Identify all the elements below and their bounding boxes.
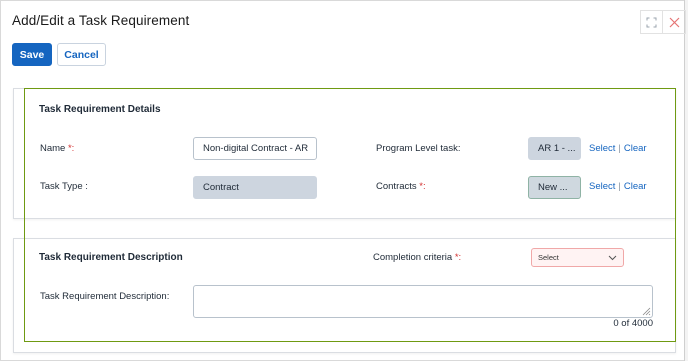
maximize-icon[interactable] <box>641 11 664 33</box>
dialog-scrollbar[interactable] <box>684 0 688 361</box>
contracts-links: Select | Clear <box>589 181 647 192</box>
program-task-links: Select | Clear <box>589 143 647 154</box>
details-section-title: Task Requirement Details <box>39 104 161 115</box>
close-icon[interactable] <box>663 11 685 33</box>
required-marker: *: <box>454 252 462 263</box>
required-marker: *: <box>67 143 75 154</box>
program-task-select-link[interactable]: Select <box>589 143 615 154</box>
contracts-label: Contracts *: <box>376 181 426 192</box>
description-textarea[interactable] <box>193 285 653 318</box>
link-separator: | <box>618 143 621 154</box>
completion-criteria-label: Completion criteria *: <box>373 252 462 263</box>
link-separator: | <box>618 181 621 192</box>
resize-grip-icon[interactable] <box>641 306 651 316</box>
chevron-down-icon <box>608 255 617 260</box>
completion-criteria-select[interactable]: Select <box>531 248 624 267</box>
completion-criteria-value: Select <box>538 253 559 262</box>
name-label: Name *: <box>40 143 75 154</box>
cancel-button[interactable]: Cancel <box>57 43 106 66</box>
contracts-clear-link[interactable]: Clear <box>624 181 647 192</box>
character-counter: 0 of 4000 <box>613 318 653 329</box>
program-task-clear-link[interactable]: Clear <box>624 143 647 154</box>
contracts-select-link[interactable]: Select <box>589 181 615 192</box>
program-task-label: Program Level task: <box>376 143 461 154</box>
description-field-label: Task Requirement Description: <box>40 291 170 302</box>
required-marker: *: <box>419 181 426 192</box>
program-task-field: AR 1 - ... <box>528 137 581 160</box>
name-input[interactable]: Non-digital Contract - AR <box>193 137 317 160</box>
save-button[interactable]: Save <box>12 43 52 66</box>
description-section-title: Task Requirement Description <box>39 252 183 263</box>
task-type-label: Task Type : <box>40 181 88 192</box>
dialog-title: Add/Edit a Task Requirement <box>12 13 190 28</box>
window-controls <box>640 10 686 34</box>
task-type-field: Contract <box>193 176 317 199</box>
contracts-field: New ... <box>528 176 581 199</box>
